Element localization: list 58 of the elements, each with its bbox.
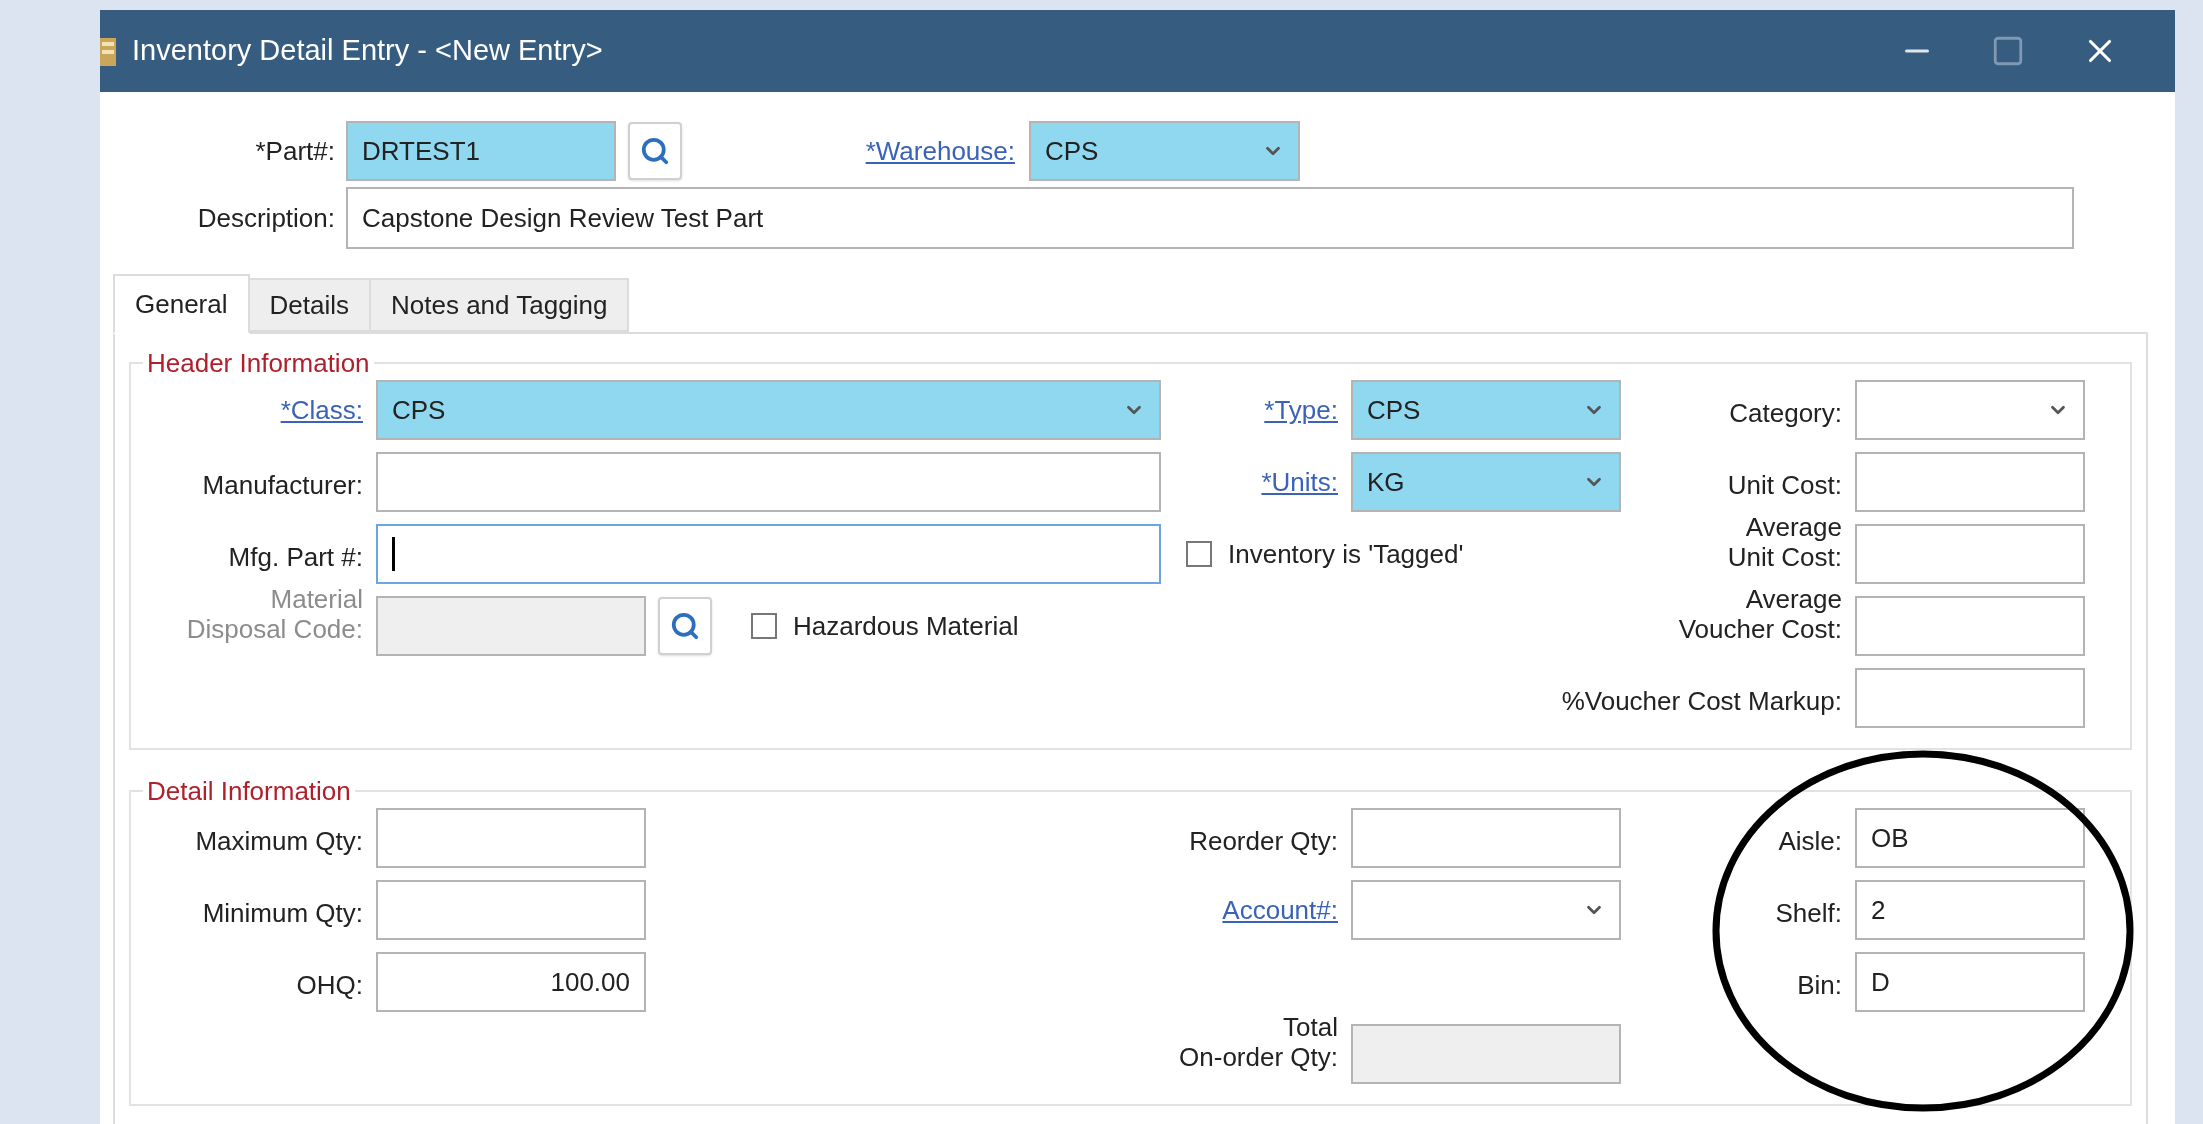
tab[interactable]: General [113, 274, 250, 334]
search-icon [640, 136, 670, 166]
group-title: Detail Information [146, 776, 352, 806]
field-label-link[interactable]: *Class: [280, 395, 363, 425]
field-label: Description: [196, 201, 335, 235]
field-label: Bin: [1797, 970, 1842, 1000]
field-label: OHQ: [296, 970, 363, 1000]
field-label: Average Voucher Cost: [1678, 584, 1842, 644]
dropdown-field[interactable] [1351, 880, 1621, 940]
dropdown-field[interactable]: KG [1351, 452, 1621, 512]
field-label-link[interactable]: *Type: [1264, 395, 1338, 425]
input-field[interactable] [1351, 808, 1621, 868]
input-field[interactable] [1855, 668, 2085, 728]
window-title: Inventory Detail Entry - <New Entry> [132, 33, 603, 69]
dropdown-field[interactable]: CPS [1029, 121, 1300, 181]
input-field[interactable]: 2 [1855, 880, 2085, 940]
field-label: Average Unit Cost: [1727, 512, 1842, 572]
field-label: Reorder Qty: [1189, 826, 1338, 856]
input-field[interactable]: 100.00 [376, 952, 646, 1012]
input-field[interactable] [376, 452, 1161, 512]
input-field[interactable]: OB [1855, 808, 2085, 868]
tab[interactable]: Details [249, 278, 371, 332]
search-button[interactable] [628, 122, 682, 180]
field-label: Manufacturer: [202, 470, 363, 500]
field-label: %Voucher Cost Markup: [1561, 686, 1842, 716]
checkbox[interactable]: Inventory is 'Tagged' [1174, 534, 1464, 574]
field-label: Minimum Qty: [202, 898, 363, 928]
field-label: Material Disposal Code: [186, 584, 363, 644]
field-label-link[interactable]: *Warehouse: [865, 131, 1015, 171]
input-field[interactable] [1855, 596, 2085, 656]
dropdown-field[interactable]: CPS [1351, 380, 1621, 440]
field-label: Maximum Qty: [195, 826, 363, 856]
field-label: Shelf: [1775, 898, 1842, 928]
search-icon [670, 611, 700, 641]
input-field[interactable]: DRTEST1 [346, 121, 616, 181]
group-title: Header Information [146, 348, 371, 378]
maximize-icon[interactable] [1991, 34, 2025, 68]
input-field[interactable]: D [1855, 952, 2085, 1012]
field-label-link[interactable]: *Units: [1261, 467, 1338, 497]
dropdown-field[interactable] [1855, 380, 2085, 440]
input-field[interactable] [1855, 524, 2085, 584]
tab[interactable]: Notes and Tagging [371, 278, 630, 332]
dropdown-field[interactable]: CPS [376, 380, 1161, 440]
input-field[interactable] [376, 880, 646, 940]
input-field[interactable] [1855, 452, 2085, 512]
input-field[interactable] [376, 524, 1161, 584]
field-label: Aisle: [1778, 826, 1842, 856]
field-label: Total On-order Qty: [1179, 1012, 1338, 1072]
checkbox[interactable]: Hazardous Material [739, 606, 1019, 646]
search-button[interactable] [658, 597, 712, 655]
text-cursor [392, 537, 395, 571]
field-label: Unit Cost: [1727, 470, 1842, 500]
field-label: Mfg. Part #: [228, 542, 363, 572]
field-label-link[interactable]: Account#: [1222, 895, 1338, 925]
input-field[interactable] [376, 808, 646, 868]
field-label: *Part#: [254, 134, 335, 168]
field-label: Category: [1729, 398, 1842, 428]
input-field[interactable]: Capstone Design Review Test Part [346, 187, 2074, 249]
